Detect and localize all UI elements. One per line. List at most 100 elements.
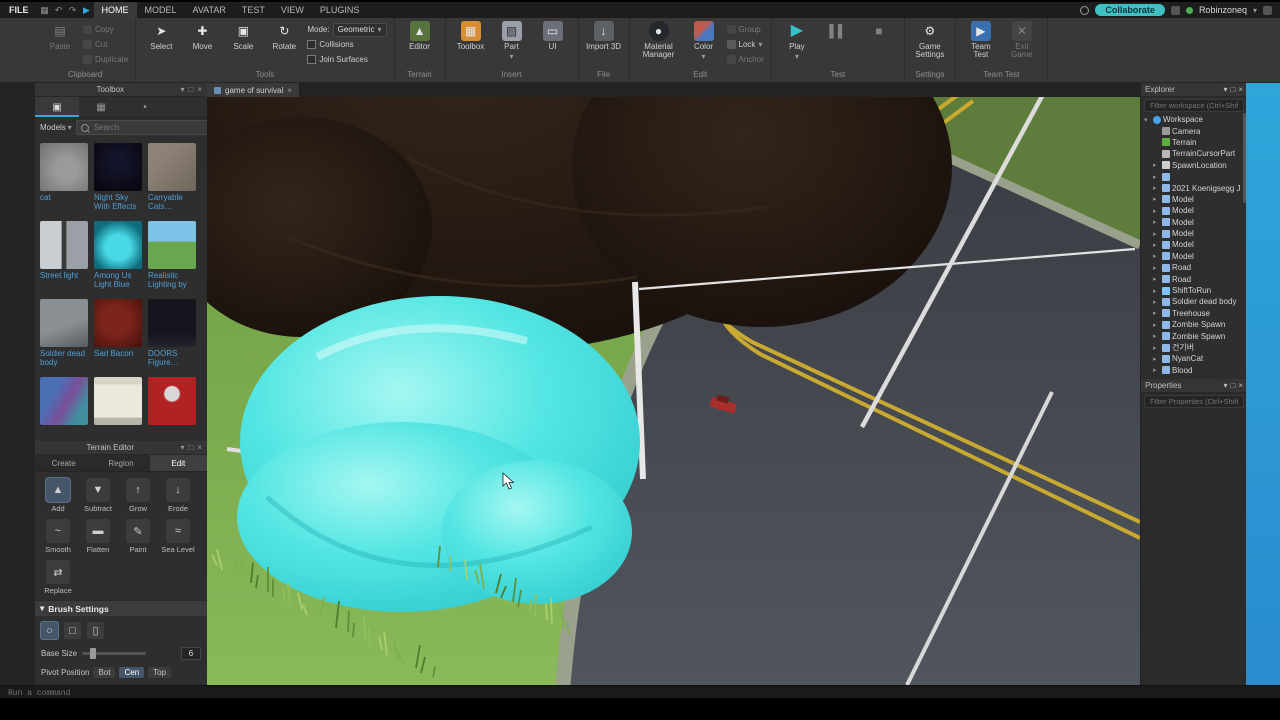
collisions-checkbox[interactable] [307, 40, 317, 49]
layout-icon[interactable] [1263, 5, 1272, 15]
toolbox-item[interactable]: Street light [40, 221, 88, 291]
close-icon[interactable]: × [197, 85, 202, 94]
chevron-down-icon[interactable]: ▾ [795, 52, 799, 61]
collaborate-button[interactable]: Collaborate [1095, 4, 1165, 16]
notifications-bell-icon[interactable] [1080, 5, 1090, 15]
category-dropdown[interactable]: Models ▾ [40, 123, 72, 132]
chevron-down-icon[interactable]: ▾ [1223, 85, 1227, 94]
brush-shape-cylinder[interactable]: ▯ [87, 622, 104, 639]
explorer-item[interactable]: ▸ Road [1141, 273, 1247, 284]
chevron-right-icon[interactable]: ▸ [1153, 287, 1160, 295]
toolbox-item[interactable]: Sad Bacon [94, 299, 142, 369]
viewport-3d-scene[interactable] [207, 97, 1140, 685]
explorer-item[interactable]: ▸ Model [1141, 205, 1247, 216]
chevron-right-icon[interactable]: ▸ [1153, 252, 1160, 260]
tab-inventory[interactable]: ▦ [79, 97, 123, 117]
anchor-button[interactable]: Anchor [726, 53, 764, 66]
float-window-icon[interactable]: □ [188, 85, 193, 94]
brush-shape-box[interactable]: □ [64, 622, 81, 639]
chevron-right-icon[interactable]: ▸ [1153, 321, 1160, 329]
play-button[interactable]: ▶ Play ▾ [779, 21, 815, 62]
redo-icon[interactable]: ↷ [66, 5, 80, 16]
chevron-right-icon[interactable]: ▸ [1153, 173, 1160, 181]
search-input[interactable] [91, 122, 206, 133]
explorer-item[interactable]: Terrain [1141, 137, 1247, 148]
explorer-item[interactable]: ▸ 건기버 [1141, 342, 1247, 353]
slider-handle[interactable] [90, 648, 97, 659]
toolbox-item[interactable] [94, 377, 142, 441]
username[interactable]: Robinzoneq [1199, 5, 1247, 15]
chevron-right-icon[interactable]: ▸ [1153, 207, 1160, 215]
toolbox-item[interactable] [40, 377, 88, 441]
menu-tab-avatar[interactable]: AVATAR [185, 2, 234, 18]
terrain-editor-button[interactable]: ▲ Editor [402, 21, 438, 51]
terrain-tool-subtract[interactable]: ▼ Subtract [79, 478, 117, 513]
team-test-button[interactable]: ▶ Team Test [963, 21, 999, 60]
toolbox-button[interactable]: ▦ Toolbox [453, 21, 489, 51]
toolbox-item[interactable]: cat [40, 143, 88, 213]
close-icon[interactable]: × [1238, 85, 1243, 94]
ui-button[interactable]: ▭ UI [535, 21, 571, 51]
material-manager-button[interactable]: ● Material Manager [637, 21, 681, 60]
exit-game-button[interactable]: ✕ Exit Game [1004, 21, 1040, 60]
chevron-down-icon[interactable]: ▾ [758, 40, 762, 49]
chevron-right-icon[interactable]: ▸ [1153, 218, 1160, 226]
float-window-icon[interactable]: □ [1230, 85, 1235, 94]
tab-marketplace[interactable]: ▣ [35, 97, 79, 117]
terrain-tool-add[interactable]: ▲ Add [39, 478, 77, 513]
explorer-item[interactable]: ▸ Road [1141, 262, 1247, 273]
toolbox-item[interactable]: DOORS Figure… [148, 299, 196, 369]
chevron-down-icon[interactable]: ▾ [180, 443, 184, 452]
explorer-item[interactable]: ▸ Model [1141, 217, 1247, 228]
explorer-item[interactable]: ▸ SpawnLocation [1141, 160, 1247, 171]
chevron-right-icon[interactable]: ▸ [1153, 344, 1160, 352]
toolbox-item[interactable]: Realistic Lighting by [148, 221, 196, 291]
chevron-right-icon[interactable]: ▸ [1153, 309, 1160, 317]
menu-tab-plugins[interactable]: PLUGINS [312, 2, 368, 18]
explorer-item[interactable]: ▸ ShiftToRun [1141, 285, 1247, 296]
terrain-tool-sea-level[interactable]: ≈ Sea Level [159, 519, 197, 554]
explorer-item[interactable]: ▸ Model [1141, 239, 1247, 250]
command-input[interactable] [6, 687, 310, 699]
base-size-slider[interactable] [82, 648, 147, 659]
close-icon[interactable]: × [287, 86, 292, 95]
part-button[interactable]: ▧ Part ▾ [494, 21, 530, 62]
explorer-item[interactable]: Camera [1141, 125, 1247, 136]
terrain-tool-flatten[interactable]: ▬ Flatten [79, 519, 117, 554]
terrain-tool-smooth[interactable]: ~ Smooth [39, 519, 77, 554]
filter-input[interactable] [1148, 396, 1240, 407]
save-icon[interactable]: ▦ [38, 5, 52, 16]
pivot-bot-button[interactable]: Bot [93, 667, 116, 678]
explorer-item[interactable]: ▸ Model [1141, 228, 1247, 239]
chevron-right-icon[interactable]: ▸ [1153, 184, 1160, 192]
chevron-right-icon[interactable]: ▸ [1153, 264, 1160, 272]
explorer-item[interactable]: TerrainCursorPart [1141, 148, 1247, 159]
close-icon[interactable]: × [197, 443, 202, 452]
pivot-cen-button[interactable]: Cen [119, 667, 145, 678]
rotate-tool-button[interactable]: ↻ Rotate [266, 21, 302, 51]
place-tab[interactable]: game of survival × [207, 83, 299, 97]
chevron-right-icon[interactable]: ▸ [1153, 332, 1160, 340]
stop-button[interactable]: ■ [861, 21, 897, 41]
tab-create[interactable]: Create [35, 455, 92, 471]
duplicate-button[interactable]: Duplicate [83, 53, 128, 66]
file-menu-button[interactable]: FILE [0, 2, 38, 18]
chat-icon[interactable] [1170, 5, 1180, 15]
brush-shape-sphere[interactable]: ○ [41, 622, 58, 639]
join-surfaces-checkbox-row[interactable]: Join Surfaces [307, 53, 386, 66]
menu-tab-model[interactable]: MODEL [137, 2, 185, 18]
close-icon[interactable]: × [1238, 381, 1243, 390]
menu-tab-test[interactable]: TEST [234, 2, 273, 18]
join-surfaces-checkbox[interactable] [307, 55, 317, 64]
float-window-icon[interactable]: □ [1230, 381, 1235, 390]
chevron-right-icon[interactable]: ▸ [1153, 241, 1160, 249]
explorer-item[interactable]: ▸ 2021 Koenigsegg J [1141, 182, 1247, 193]
brush-settings-header[interactable]: ▾ Brush Settings [35, 600, 207, 616]
paste-button[interactable]: ▤ Paste [42, 21, 78, 51]
terrain-tool-replace[interactable]: ⇄ Replace [39, 560, 77, 595]
explorer-item[interactable]: ▸ Model [1141, 194, 1247, 205]
toolbox-item[interactable] [148, 377, 196, 441]
chevron-down-icon[interactable]: ▾ [1223, 381, 1227, 390]
mode-select[interactable]: Geometric ▾ [332, 22, 387, 37]
chevron-down-icon[interactable]: ▾ [510, 52, 514, 61]
